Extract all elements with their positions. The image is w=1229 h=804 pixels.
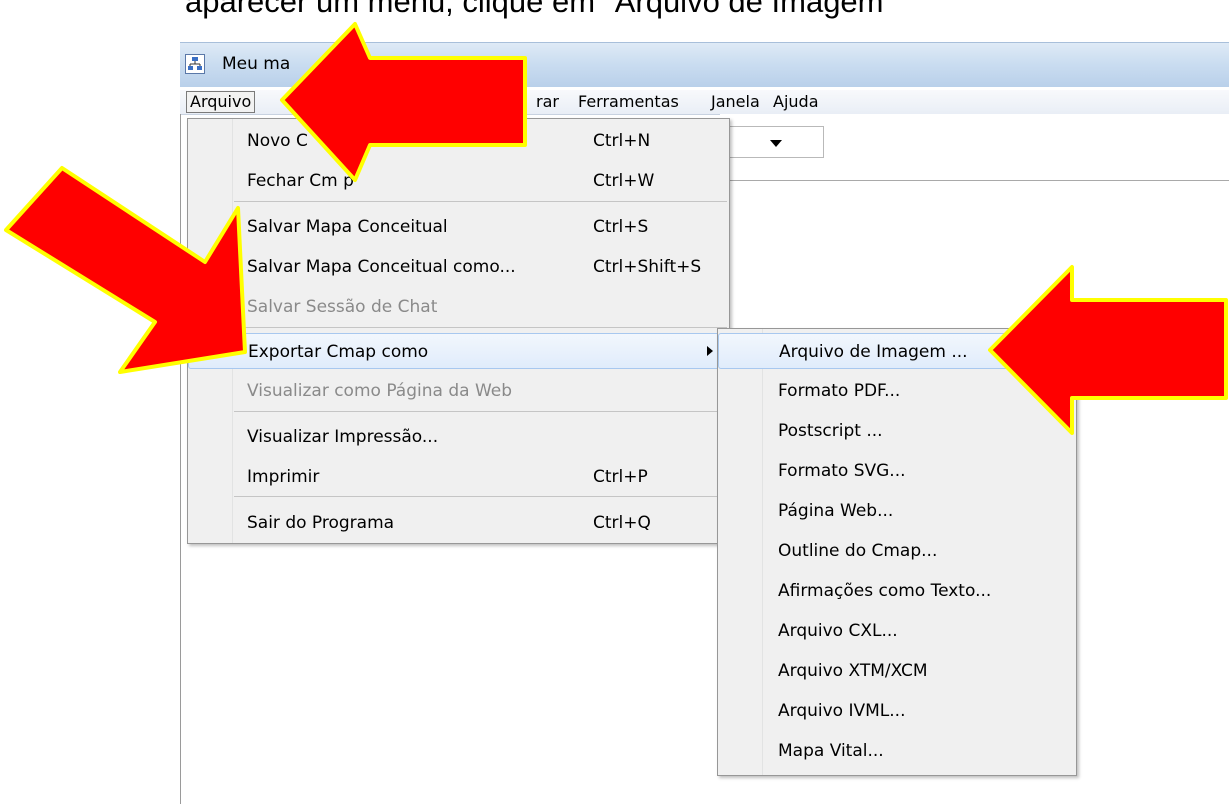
menu-bar: Arquivo rar Ferramentas Janela Ajuda [180,90,1229,115]
menu-separator [234,496,727,497]
menu-item-label: Exportar Cmap como [248,342,429,362]
menu-item-shortcut: Ctrl+W [593,171,655,191]
menu-item-label: Arquivo de Imagem ... [779,342,968,362]
menu-item-label: Imprimir [247,467,320,487]
menu-colaborar[interactable]: rar [533,92,562,112]
menu-item-label: Mapa Vital... [778,741,884,761]
menu-item-label: Visualizar Impressão... [247,427,439,447]
instruction-caption: aparecer um menu, clique em "Arquivo de … [185,0,895,19]
submenu-item-formato-svg[interactable]: Formato SVG... [718,453,1076,489]
submenu-item-afirmacoes-texto[interactable]: Afirmações como Texto... [718,573,1076,609]
menu-item-visualizar-web: Visualizar como Página da Web [188,373,729,409]
submenu-item-outline-cmap[interactable]: Outline do Cmap... [718,533,1076,569]
menu-item-label: Postscript ... [778,421,883,441]
menu-item-label: Outline do Cmap... [778,541,938,561]
menu-item-label: Salvar Mapa Conceitual [247,217,448,237]
submenu-item-postscript[interactable]: Postscript ... [718,413,1076,449]
menu-item-exportar-cmap[interactable]: Exportar Cmap como [188,333,729,369]
window-title: Meu ma [222,54,291,74]
menu-item-shortcut: Ctrl+Shift+S [593,257,702,277]
font-combo-box[interactable] [720,126,824,158]
title-bar: Meu ma [180,42,1229,87]
menu-item-salvar[interactable]: Salvar Mapa Conceitual Ctrl+S [188,209,729,245]
menu-item-visualizar-impressao[interactable]: Visualizar Impressão... [188,419,729,455]
menu-item-label: Formato SVG... [778,461,906,481]
dropdown-arrow-icon[interactable] [770,140,782,147]
menu-separator [234,327,727,328]
menu-item-salvar-sessao-chat: Salvar Sessão de Chat [188,289,729,325]
menu-item-imprimir[interactable]: Imprimir Ctrl+P [188,459,729,495]
menu-item-shortcut: Ctrl+P [593,467,648,487]
toolbar [720,114,1229,181]
menu-item-label: Sair do Programa [247,513,395,533]
chevron-right-icon [707,346,713,356]
menu-ferramentas[interactable]: Ferramentas [575,92,682,112]
menu-item-salvar-como[interactable]: Salvar Mapa Conceitual como... Ctrl+Shif… [188,249,729,285]
submenu-item-mapa-vital[interactable]: Mapa Vital... [718,733,1076,769]
menu-item-label: Página Web... [778,501,894,521]
menu-item-label: Fechar Cm p [247,171,354,191]
menu-arquivo[interactable]: Arquivo [186,91,256,113]
menu-separator [234,201,727,202]
menu-item-label: Afirmações como Texto... [778,581,992,601]
submenu-item-pagina-web[interactable]: Página Web... [718,493,1076,529]
submenu-item-arquivo-cxl[interactable]: Arquivo CXL... [718,613,1076,649]
window-left-border [180,114,181,804]
menu-item-shortcut: Ctrl+S [593,217,649,237]
export-submenu: Arquivo de Imagem ... Formato PDF... Pos… [717,328,1077,776]
menu-item-novo-cmap[interactable]: Novo C Ctrl+N [188,123,729,159]
submenu-item-arquivo-de-imagem[interactable]: Arquivo de Imagem ... [718,333,1076,369]
menu-item-label: Formato PDF... [778,381,901,401]
submenu-item-arquivo-ivml[interactable]: Arquivo IVML... [718,693,1076,729]
concept-map-app-icon [185,54,205,74]
file-menu: Novo C Ctrl+N Fechar Cm p Ctrl+W Salvar … [187,118,730,544]
submenu-item-arquivo-xtm-xcm[interactable]: Arquivo XTM/XCM [718,653,1076,689]
menu-item-fechar-cmap[interactable]: Fechar Cm p Ctrl+W [188,163,729,199]
menu-janela[interactable]: Janela [708,92,763,112]
menu-separator [234,411,727,412]
menu-item-label: Salvar Sessão de Chat [247,297,438,317]
menu-item-shortcut: Ctrl+Q [593,513,651,533]
menu-item-label: Arquivo XTM/XCM [778,661,928,681]
menu-item-label: Salvar Mapa Conceitual como... [247,257,516,277]
menu-item-label: Novo C [247,131,308,151]
menu-item-shortcut: Ctrl+N [593,131,651,151]
menu-ajuda[interactable]: Ajuda [770,92,822,112]
menu-item-label: Arquivo IVML... [778,701,906,721]
submenu-item-formato-pdf[interactable]: Formato PDF... [718,373,1076,409]
menu-item-label: Visualizar como Página da Web [247,381,513,401]
menu-item-sair[interactable]: Sair do Programa Ctrl+Q [188,505,729,541]
menu-item-label: Arquivo CXL... [778,621,898,641]
